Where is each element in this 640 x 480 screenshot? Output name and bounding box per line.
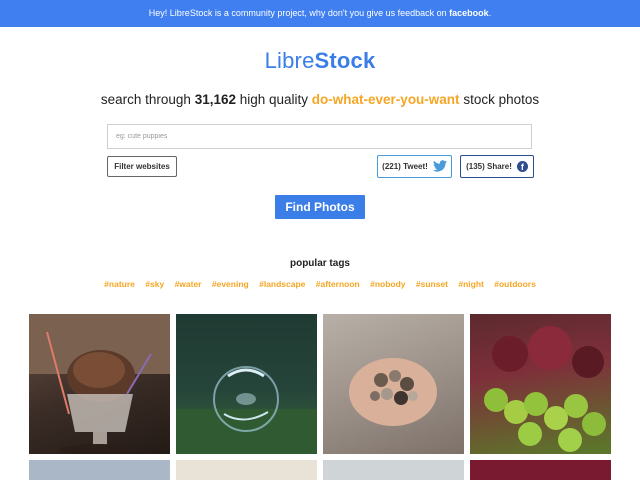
tag-nobody[interactable]: #nobody [370, 279, 405, 289]
facebook-link[interactable]: facebook [449, 8, 489, 18]
site-logo[interactable]: LibreStock [0, 48, 640, 74]
popular-tags-heading: popular tags [289, 258, 350, 269]
tag-night[interactable]: #night [458, 279, 484, 289]
license-highlight: do-what-ever-you-want [311, 92, 460, 107]
popular-tags-list: #nature #sky #water #evening #landscape … [0, 279, 640, 289]
facebook-icon: f [516, 161, 528, 172]
tag-evening[interactable]: #evening [212, 279, 249, 289]
search-input[interactable] [107, 124, 532, 149]
share-label: (135) Share! [466, 162, 512, 171]
tag-water[interactable]: #water [175, 279, 202, 289]
photo-row2-4[interactable] [470, 460, 611, 480]
find-photos-button[interactable]: Find Photos [275, 195, 365, 219]
logo-part-libre: Libre [264, 48, 315, 73]
tagline-middle: high quality [235, 92, 312, 107]
filter-websites-button[interactable]: Filter websites [107, 156, 177, 177]
banner-text-suffix: . [488, 8, 492, 18]
tag-landscape[interactable]: #landscape [259, 279, 305, 289]
facebook-share-button[interactable]: (135) Share! f [460, 155, 534, 178]
tag-sunset[interactable]: #sunset [416, 279, 448, 289]
tag-nature[interactable]: #nature [104, 279, 135, 289]
tag-afternoon[interactable]: #afternoon [316, 279, 360, 289]
twitter-icon [432, 159, 447, 174]
tweet-button[interactable]: (221) Tweet! [377, 155, 452, 178]
tagline-prefix: search through [100, 92, 195, 107]
ice-cream-photo[interactable] [29, 314, 170, 454]
tagline-suffix: stock photos [459, 92, 540, 107]
photo-row2-2[interactable] [176, 460, 317, 480]
bubble-photo[interactable] [176, 314, 317, 454]
photo-row2-3[interactable] [323, 460, 464, 480]
logo-part-stock: Stock [314, 48, 376, 73]
tag-sky[interactable]: #sky [145, 279, 164, 289]
feedback-banner: Hey! LibreStock is a community project, … [0, 0, 640, 27]
tag-outdoors[interactable]: #outdoors [494, 279, 536, 289]
banner-text: Hey! LibreStock is a community project, … [148, 8, 450, 18]
tweet-label: (221) Tweet! [382, 162, 428, 171]
grapes-photo[interactable] [470, 314, 611, 454]
tagline: search through 31,162 high quality do-wh… [0, 92, 640, 107]
pebbles-in-hands-photo[interactable] [323, 314, 464, 454]
photo-count: 31,162 [194, 92, 236, 107]
photo-row2-1[interactable] [29, 460, 170, 480]
